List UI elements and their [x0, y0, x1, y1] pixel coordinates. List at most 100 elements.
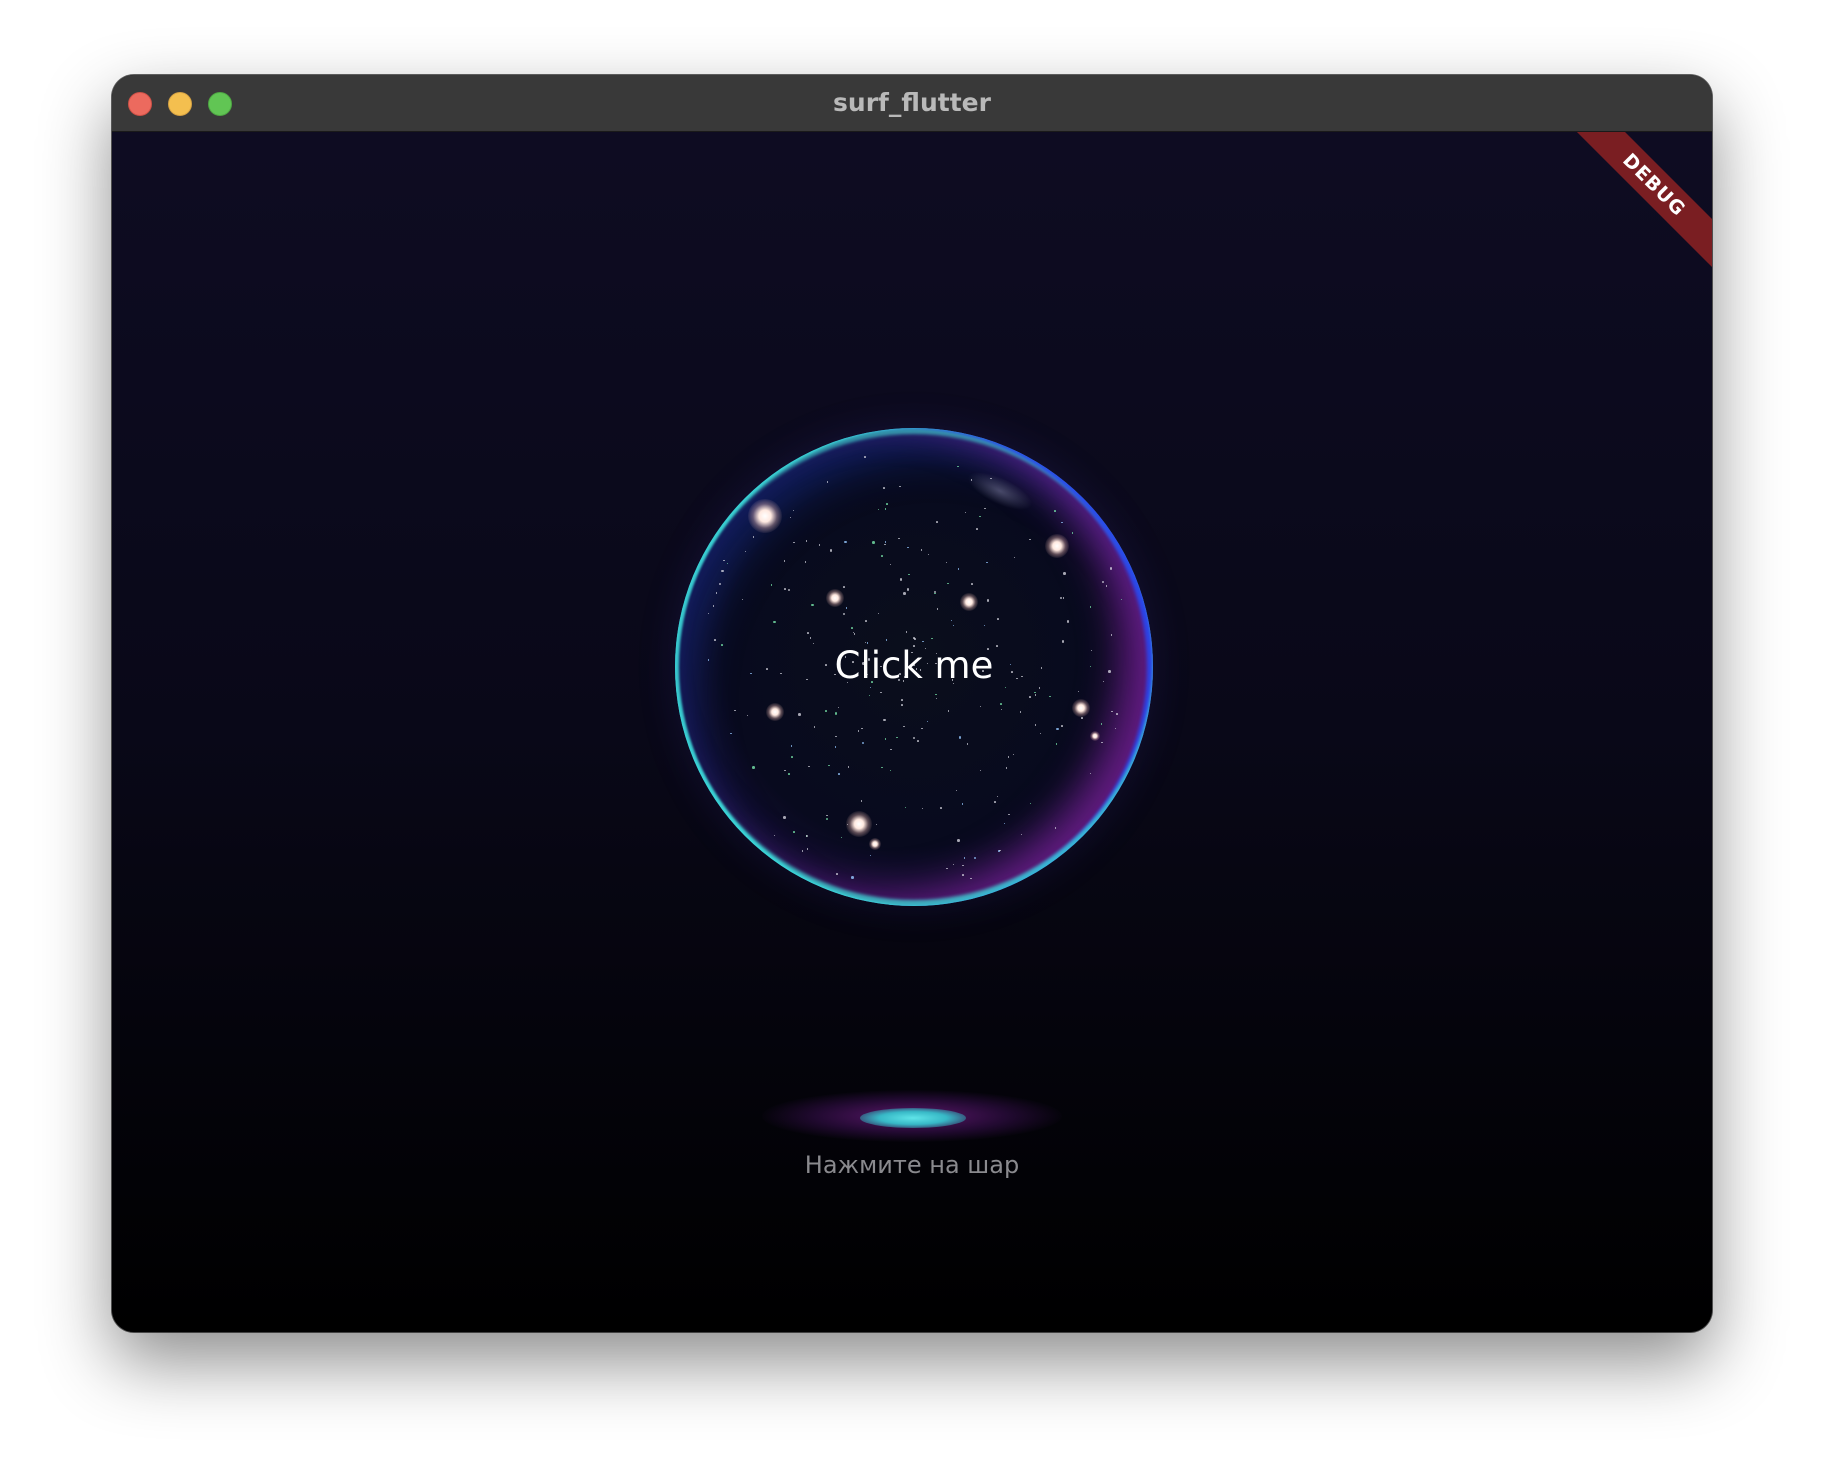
star-dot [966, 743, 968, 745]
star-dot [825, 710, 827, 712]
star-dot [714, 639, 716, 641]
star-dot [911, 651, 913, 654]
star-dot [843, 586, 845, 588]
star-dot [1056, 727, 1059, 731]
star-dot [917, 740, 919, 742]
star-dot [806, 848, 809, 850]
star-dot [869, 854, 871, 857]
star-dot [897, 678, 901, 682]
star-dot [905, 670, 908, 672]
star-dot [1040, 667, 1043, 669]
star-dot [818, 544, 820, 546]
star-dot [1000, 703, 1002, 705]
star-dot [852, 661, 854, 663]
sphere-star-field [675, 428, 1153, 906]
hint-text: Нажмите на шар [804, 1151, 1020, 1179]
star-dot [1071, 532, 1074, 534]
star-dot [983, 624, 986, 627]
star-dot [807, 632, 809, 634]
star-dot [844, 656, 847, 658]
star-dot [836, 873, 838, 875]
star-dot [979, 769, 982, 772]
star-dot [1101, 741, 1103, 744]
star-dot [846, 681, 849, 684]
star-dot [752, 766, 755, 769]
star-dot [826, 814, 828, 817]
star-dot [890, 748, 892, 751]
star-dot [1034, 694, 1037, 696]
star-dot [955, 789, 958, 791]
star-dot [952, 682, 955, 685]
star-dot [935, 697, 938, 700]
bright-star [960, 593, 978, 611]
star-dot [947, 582, 949, 584]
star-dot [947, 710, 950, 712]
star-dot [913, 664, 915, 666]
star-dot [901, 699, 903, 701]
star-dot [885, 639, 888, 641]
star-dot [773, 620, 776, 624]
star-dot [906, 588, 910, 591]
star-dot [811, 603, 814, 606]
star-dot [889, 563, 892, 566]
star-dot [829, 549, 833, 552]
star-dot [864, 456, 866, 458]
star-dot [1114, 727, 1117, 729]
star-dot [1111, 710, 1113, 713]
star-dot [1049, 695, 1051, 698]
star-dot [847, 766, 850, 768]
star-dot [1003, 822, 1006, 825]
star-dot [936, 521, 938, 523]
sphere-container: Click me [675, 428, 1153, 906]
star-dot [1029, 538, 1031, 541]
star-dot [951, 679, 954, 681]
star-dot [723, 559, 725, 562]
star-dot [1061, 640, 1065, 643]
star-dot [926, 662, 929, 665]
star-dot [835, 735, 837, 737]
star-dot [952, 624, 955, 627]
star-dot [979, 515, 981, 518]
star-dot [994, 801, 996, 803]
star-dot [718, 582, 722, 586]
star-dot [999, 849, 1001, 852]
title-bar[interactable]: surf_flutter [112, 75, 1712, 132]
star-dot [788, 773, 790, 775]
star-dot [970, 877, 972, 880]
star-dot [1029, 802, 1032, 805]
star-dot [1021, 675, 1023, 677]
star-dot [838, 773, 840, 775]
star-dot [884, 738, 887, 740]
star-dot [984, 507, 986, 510]
star-dot [867, 658, 871, 661]
star-dot [721, 644, 723, 646]
star-dot [798, 713, 801, 716]
star-dot [903, 725, 905, 728]
star-dot [982, 670, 984, 672]
star-dot [1102, 680, 1105, 683]
star-dot [913, 645, 915, 647]
star-dot [804, 561, 806, 563]
star-dot [845, 607, 848, 609]
star-dot [766, 668, 768, 670]
star-dot [877, 612, 879, 615]
star-dot [1019, 711, 1022, 713]
star-dot [964, 511, 967, 513]
star-dot [996, 645, 998, 647]
star-dot [877, 508, 880, 511]
star-dot [880, 691, 882, 694]
star-dot [861, 727, 863, 730]
star-dot [939, 674, 941, 677]
star-dot [987, 648, 989, 650]
star-dot [1038, 687, 1041, 689]
star-dot [866, 673, 869, 676]
bright-star [748, 499, 782, 533]
star-dot [1009, 663, 1012, 665]
star-dot [1109, 567, 1113, 570]
star-dot [851, 627, 853, 629]
star-dot [750, 672, 752, 675]
window-title: surf_flutter [833, 88, 991, 117]
star-dot [1054, 827, 1057, 829]
star-dot [881, 766, 883, 769]
star-dot [986, 561, 988, 564]
